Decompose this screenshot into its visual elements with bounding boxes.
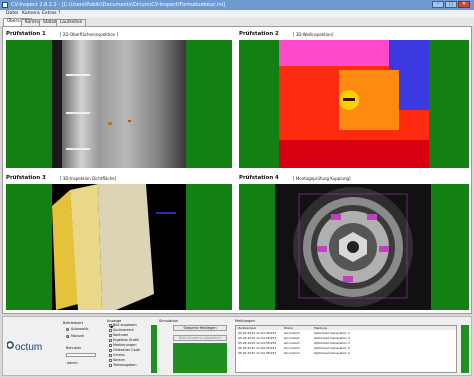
window-title: CV-Inspect 2.8.2.2 - [C:\Users\Public\Do… [11,2,226,8]
station-1-image[interactable] [6,40,232,168]
control-panel: octum Betriebsart Automatik Manuell Benu… [2,316,472,376]
gelesener-code-checkbox[interactable] [109,349,112,352]
station-1-header: Prüfstation 1 [ 2D-Oberflächeninspektion… [6,29,232,39]
maximize-button[interactable]: □ [445,1,457,8]
meldungen-table[interactable]: Zeitstempel Modul Meldung 05.02.2015 11:… [235,325,457,373]
row-timestamp: 05.02.2015 11:04:38.953 [238,331,277,335]
row-message: Optimized Generation 2 [314,336,350,340]
octum-logo: octum [6,339,45,353]
station-1-camera-view [6,40,232,168]
ergebnis-grafik-label: Ergebnis Grafik [113,338,140,342]
app-icon [2,2,8,8]
row-timestamp: 05.02.2015 11:04:38.953 [238,346,277,350]
benutzer-label: Benutzer [66,346,82,350]
bild-sequenz-button[interactable]: Bild Sequenz abspielen [173,335,227,341]
row-module: GC.Collect [284,346,300,350]
suchbereich-checkbox[interactable] [109,329,112,332]
ergebnis-grafik-checkbox[interactable] [109,339,112,342]
station-4-header: Prüfstation 4 [ Montageprüfung Kupplung] [239,173,469,183]
svg-text:octum: octum [15,342,42,353]
sequenz-festlegen-button[interactable]: Sequenz festlegen [173,325,227,331]
station-3-subtitle: [ 3D-Inspektion Dichtfläche] [60,176,117,181]
station-3-header: Prüfstation 3 [ 3D-Inspektion Dichtfläch… [6,173,232,183]
row-message: Optimized Generation 2 [314,346,350,350]
automatik-radio[interactable] [66,328,69,331]
table-row[interactable]: 05.02.2015 11:04:38.953 GC.Collect Optim… [236,331,456,335]
close-button[interactable]: ✕ [458,1,470,8]
automatik-label: Automatik [71,327,89,331]
row-module: GC.Collect [284,341,300,345]
station-2-header: Prüfstation 2 [ 3D-Wellinspektion] [239,29,469,39]
meldungen-header: Zeitstempel Modul Meldung [236,326,456,330]
station-1-title: Prüfstation 1 [6,31,46,37]
station-1-subtitle: [ 2D-Oberflächeninspektion ] [60,32,119,37]
station-2-camera-view [239,40,469,168]
col-meldung: Meldung [314,326,327,330]
table-row[interactable]: 05.02.2015 11:04:38.953 GC.Collect Optim… [236,346,456,350]
col-modul: Modul [284,326,294,330]
benutzer-field[interactable] [66,353,96,357]
simulation-grid [173,343,227,373]
station-4-camera-view [239,184,469,310]
gelesener-code-label: Gelesener Code [113,348,140,352]
table-row[interactable]: 05.02.2015 11:04:38.953 GC.Collect Optim… [236,351,456,355]
tab-strip: Übersicht Kontrolle Statistik Laufzeiten [0,18,474,26]
kanten-label: Kanten [113,358,125,362]
row-module: GC.Collect [284,331,300,335]
umriss-label: Umriss [113,353,125,357]
suchbereich-label: Suchbereich [113,328,134,332]
textausgaben-label: Textausgaben [113,363,137,367]
manuell-label: Manuell [71,334,85,338]
row-timestamp: 05.02.2015 11:04:38.953 [238,336,277,340]
station-2-image[interactable] [239,40,469,168]
menu-kamera[interactable]: Kamera [22,11,40,16]
tab-laufzeiten[interactable]: Laufzeiten [56,19,87,26]
kanten-checkbox[interactable] [109,359,112,362]
bild-anpassen-checkbox[interactable] [109,324,112,327]
row-message: Optimized Generation 2 [314,341,350,345]
betriebsart-label: Betriebsart [63,321,84,325]
manuell-radio[interactable] [66,335,69,338]
row-module: GC.Collect [284,351,300,355]
row-module: GC.Collect [284,336,300,340]
menu-extras[interactable]: Extras [42,11,57,16]
station-4-image[interactable] [239,184,469,310]
row-timestamp: 05.02.2015 11:04:38.953 [238,341,277,345]
konturen-checkbox[interactable] [109,334,112,337]
meldungen-status-strip [461,325,469,373]
station-4-subtitle: [ Montageprüfung Kupplung] [293,176,351,181]
station-2-title: Prüfstation 2 [239,31,279,37]
row-timestamp: 05.02.2015 11:04:38.953 [238,351,277,355]
konturen-label: Konturen [113,333,129,337]
station-3-camera-view [6,184,232,310]
markierungen-checkbox[interactable] [109,344,112,347]
markierungen-label: Markierungen [113,343,137,347]
station-3-image[interactable] [6,184,232,310]
overview-panel: Prüfstation 1 [ 2D-Oberflächeninspektion… [2,26,472,314]
station-3-title: Prüfstation 3 [6,175,46,181]
anzeige-list: Bild anpassen Suchbereich Konturen Ergeb… [109,323,153,375]
benutzer-value: admin [67,361,78,365]
menu-help[interactable]: ? [58,11,60,16]
menu-datei[interactable]: Datei [6,11,18,16]
simulation-label: Simulation [159,319,179,323]
minimize-button[interactable]: – [432,1,444,8]
station-2-subtitle: [ 3D-Wellinspektion] [293,32,334,37]
table-row[interactable]: 05.02.2015 11:04:38.953 GC.Collect Optim… [236,336,456,340]
meldungen-label: Meldungen [235,319,255,323]
umriss-checkbox[interactable] [109,354,112,357]
anzeige-status-strip [151,325,157,373]
textausgaben-checkbox[interactable] [109,364,112,367]
row-message: Optimized Generation 2 [314,331,350,335]
station-4-title: Prüfstation 4 [239,175,279,181]
table-row[interactable]: 05.02.2015 11:04:38.953 GC.Collect Optim… [236,341,456,345]
row-message: Optimized Generation 2 [314,351,350,355]
bild-anpassen-label: Bild anpassen [113,323,137,327]
col-zeitstempel: Zeitstempel [238,326,257,330]
